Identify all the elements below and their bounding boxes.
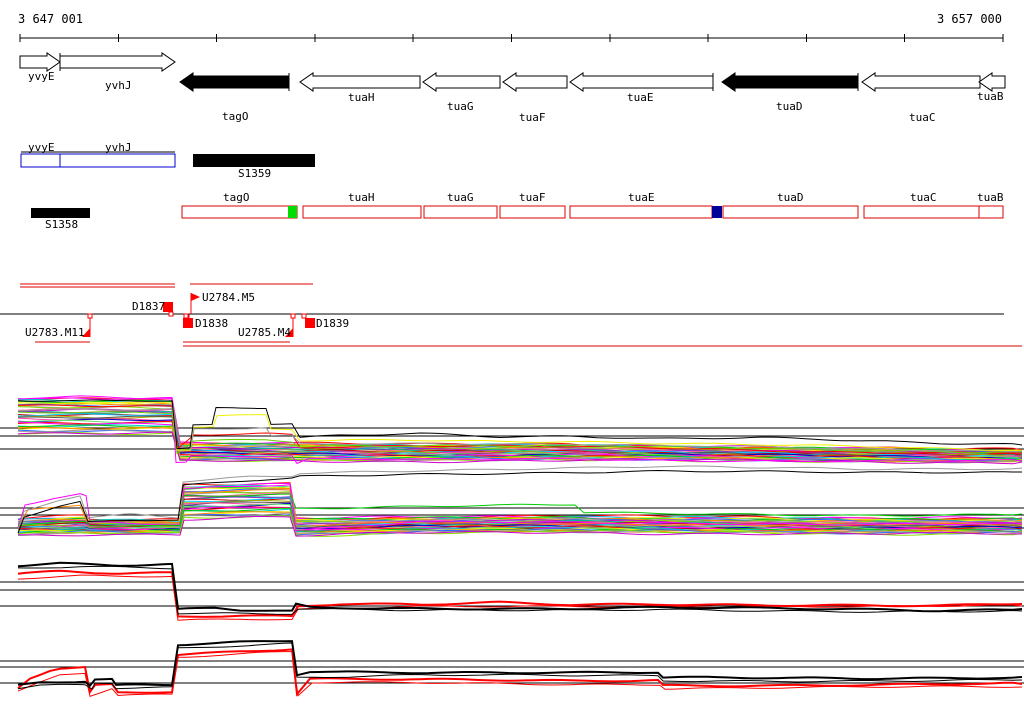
segment-label: S1359 [238, 167, 271, 180]
gene-label: tagO [222, 110, 249, 123]
gene-label: tuaE [627, 91, 654, 104]
browser-figure: yvyE yvhJ tagO tuaH tuaG tuaF tuaE tuaD tuaC tuaB… [0, 34, 1024, 697]
gene-arrow-tuaG[interactable] [422, 72, 501, 92]
probe-flag-D1838[interactable] [183, 318, 193, 328]
cds-box-tuaE[interactable] [569, 205, 713, 219]
segment-box-S1359[interactable] [193, 154, 315, 167]
gene-label: tuaD [776, 100, 803, 113]
cds-label: yvyE [28, 141, 55, 154]
cds-box-forward[interactable] [20, 153, 176, 168]
cds-label: tuaG [447, 191, 474, 204]
gene-arrow-tuaD[interactable] [721, 72, 859, 92]
probe-marker-D1837 [168, 311, 174, 317]
probe-marker-D1838 [183, 313, 189, 319]
cds-label: tuaE [628, 191, 655, 204]
cds-box-tuaH[interactable] [302, 205, 422, 219]
gene-label: tuaG [447, 100, 474, 113]
cds-box-tuaB[interactable] [978, 205, 1004, 219]
probe-label: U2784.M5 [202, 291, 255, 304]
gene-label: tuaF [519, 111, 546, 124]
cds-label: tagO [223, 191, 250, 204]
probe-flag-D1839[interactable] [305, 318, 315, 328]
gene-arrow-tuaC[interactable] [861, 72, 981, 92]
cds-box-tuaD[interactable] [722, 205, 859, 219]
gene-label: yvhJ [105, 79, 132, 92]
probe-marker-U2783.M11 [87, 313, 93, 319]
gene-label: yvyE [28, 70, 55, 83]
cds-label: yvhJ [105, 141, 132, 154]
probe-flag-U2784.M5[interactable] [191, 293, 200, 301]
cds-label: tuaF [519, 191, 546, 204]
cds-box-tuaF[interactable] [499, 205, 566, 219]
cds-label: tuaD [777, 191, 804, 204]
gene-arrow-tuaF[interactable] [502, 72, 568, 92]
probe-label: U2783.M11 [25, 326, 85, 339]
gene-label: tuaB [977, 90, 1004, 103]
cds-box-tuaG[interactable] [423, 205, 498, 219]
gene-arrow-yvhJ[interactable] [59, 52, 176, 72]
probe-label: U2785.M4 [238, 326, 291, 339]
expression-trace [17, 482, 1023, 521]
gene-arrow-tagO[interactable] [179, 72, 290, 92]
segment-box-S1358[interactable] [31, 208, 90, 218]
cds-label: tuaC [910, 191, 937, 204]
expression-trace [17, 640, 1023, 687]
probe-label: D1838 [195, 317, 228, 330]
probe-marker-U2785.M4 [290, 313, 296, 319]
cds-label: tuaH [348, 191, 375, 204]
gene-arrow-yvyE[interactable] [19, 52, 61, 72]
probe-label: D1837 [132, 300, 165, 313]
green-marker [288, 206, 297, 218]
navy-marker [712, 206, 722, 218]
gene-arrow-tuaE[interactable] [569, 72, 714, 92]
gene-label: tuaH [348, 91, 375, 104]
cds-label: tuaB [977, 191, 1004, 204]
probe-marker-D1839 [301, 313, 307, 319]
expression-trace [17, 642, 1023, 690]
gene-label: tuaC [909, 111, 936, 124]
cds-box-tagO[interactable] [181, 205, 298, 219]
expression-trace [17, 561, 1023, 613]
gene-arrow-tuaB[interactable] [978, 72, 1006, 92]
genome-browser-view: 3 647 001 3 657 000 yvyE yvhJ tagO tuaH tuaG… [0, 0, 1024, 714]
expression-trace [17, 482, 1023, 523]
probe-label: D1839 [316, 317, 349, 330]
cds-box-tuaC[interactable] [863, 205, 980, 219]
gene-arrow-tuaH[interactable] [299, 72, 421, 92]
expression-trace [17, 569, 1023, 618]
segment-label: S1358 [45, 218, 78, 231]
